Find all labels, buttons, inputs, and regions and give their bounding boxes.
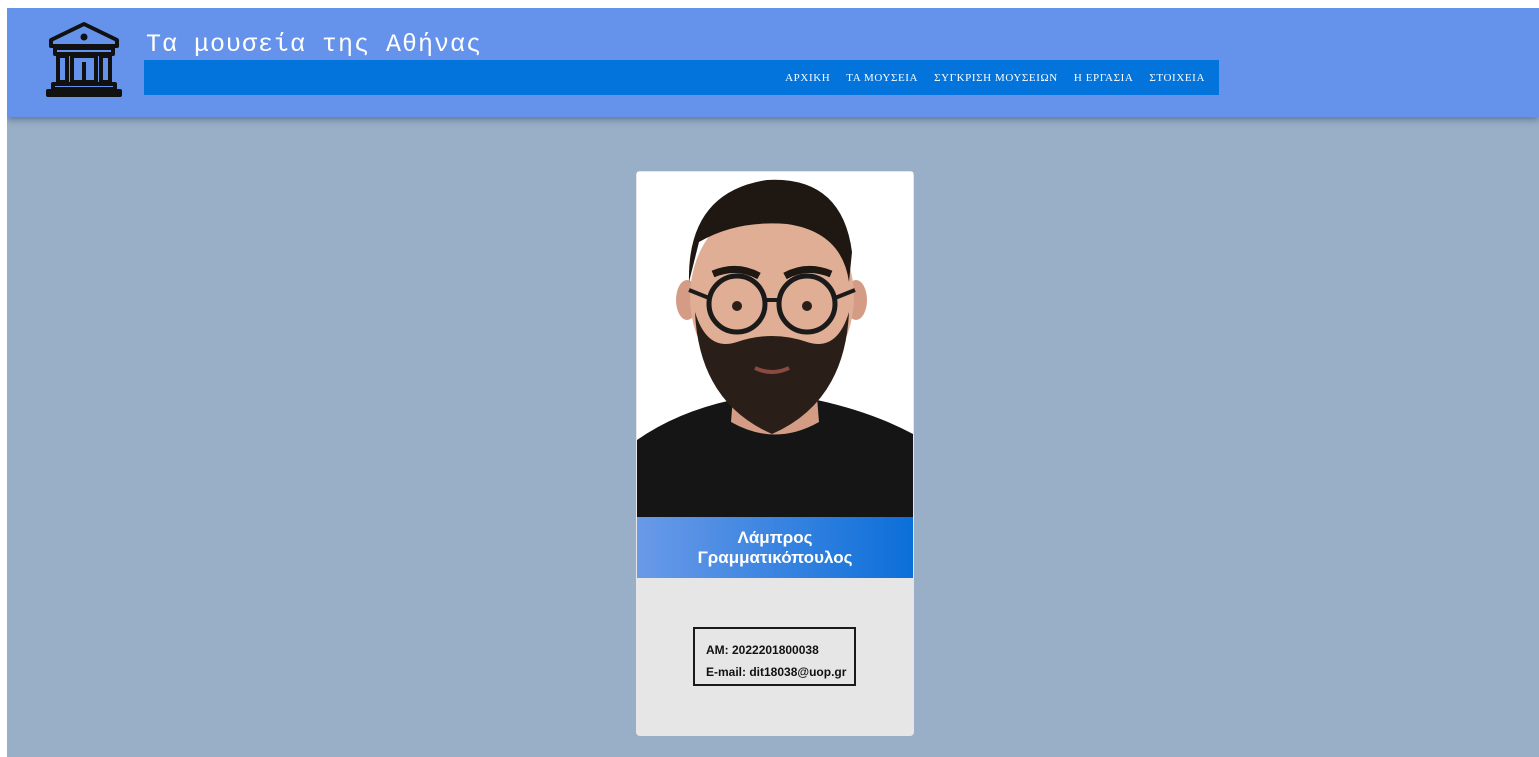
- nav-item-museums[interactable]: ΤΑ ΜΟΥΣΕΙΑ: [838, 72, 926, 84]
- person-last-name: Γραμματικόπουλος: [697, 547, 853, 567]
- site-header: Τα μουσεία της Αθήνας ΑΡΧΙΚΗ ΤΑ ΜΟΥΣΕΙΑ …: [7, 8, 1539, 117]
- museum-building-icon[interactable]: [45, 20, 123, 98]
- name-banner: Λάμπρος Γραμματικόπουλος: [637, 517, 913, 578]
- nav-item-home[interactable]: ΑΡΧΙΚΗ: [777, 72, 838, 84]
- profile-card: Λάμπρος Γραμματικόπουλος AM: 20222018000…: [636, 171, 914, 736]
- profile-photo: [637, 172, 913, 517]
- email-text: E-mail: dit18038@uop.gr: [706, 665, 847, 679]
- nav-item-compare-museums[interactable]: ΣΥΓΚΡΙΣΗ ΜΟΥΣΕΙΩΝ: [926, 72, 1066, 84]
- contact-info-box: AM: 2022201800038 E-mail: dit18038@uop.g…: [693, 627, 856, 686]
- page-background: Τα μουσεία της Αθήνας ΑΡΧΙΚΗ ΤΑ ΜΟΥΣΕΙΑ …: [7, 8, 1539, 757]
- person-first-name: Λάμπρος: [737, 527, 813, 547]
- main-navbar: ΑΡΧΙΚΗ ΤΑ ΜΟΥΣΕΙΑ ΣΥΓΚΡΙΣΗ ΜΟΥΣΕΙΩΝ Η ΕΡ…: [144, 60, 1219, 95]
- nav-item-project[interactable]: Η ΕΡΓΑΣΙΑ: [1066, 72, 1142, 84]
- nav-item-details[interactable]: ΣΤΟΙΧΕΙΑ: [1141, 72, 1213, 84]
- site-title: Τα μουσεία της Αθήνας: [146, 30, 483, 59]
- student-id: AM: 2022201800038: [706, 643, 819, 657]
